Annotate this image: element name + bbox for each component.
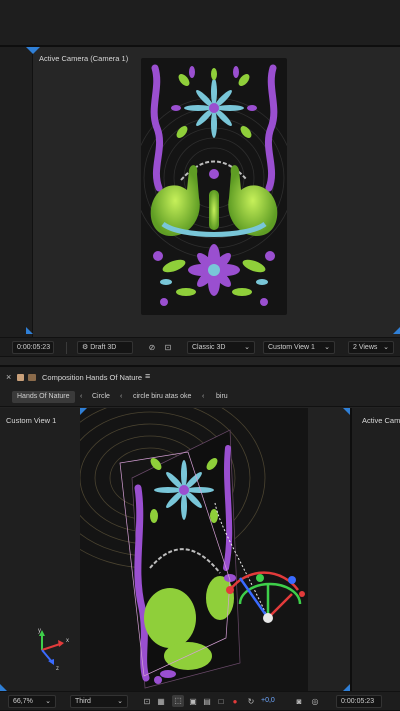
fast-preview-icon[interactable]: ⊡ <box>142 696 152 708</box>
viewer-corner-marker <box>343 684 350 691</box>
viewer-corner-marker <box>393 327 400 334</box>
breadcrumb-item-biru[interactable]: biru <box>216 391 228 403</box>
3d-perspective-artwork <box>34 387 305 689</box>
top-panel-strip <box>0 0 400 46</box>
breadcrumb-item-circle[interactable]: Circle <box>92 391 110 403</box>
reset-exposure-icon[interactable]: ↻ <box>246 696 256 708</box>
composition-breadcrumb: Hands Of Nature ‹ Circle ‹ circle biru a… <box>0 387 400 407</box>
chevron-down-icon: ⌄ <box>324 344 330 351</box>
active-camera-label: Active Camera (Camera 1) <box>39 54 129 63</box>
resolution-dropdown[interactable]: Third ⌄ <box>70 695 128 708</box>
draft-3d-button[interactable]: ⚙ Draft 3D <box>77 341 133 354</box>
viewer-corner-marker <box>343 408 350 415</box>
custom-view-viewer[interactable]: Custom View 1 y x z <box>0 408 80 691</box>
view-layout-dropdown[interactable]: 2 Views ⌄ <box>348 341 394 354</box>
hands-of-nature-artwork <box>141 64 287 306</box>
panel-corner-marker <box>26 327 33 334</box>
composition-panel-header: × Composition Hands Of Nature ≡ <box>0 365 400 387</box>
close-icon[interactable]: × <box>6 372 11 382</box>
draft-3d-icon: ⚙ <box>82 344 91 351</box>
color-channels-icon[interactable]: ● <box>230 696 240 708</box>
draft-3d-label: Draft 3D <box>90 344 117 351</box>
breadcrumb-item-circle-biru[interactable]: circle biru atas oke <box>133 391 191 403</box>
bottom-current-time-field[interactable]: 0:00:05:23 <box>336 695 382 708</box>
snapshot-overlay-icon[interactable]: □ <box>216 696 226 708</box>
top-artwork-canvas[interactable] <box>141 58 287 315</box>
hamburger-menu-icon[interactable]: ≡ <box>145 371 150 381</box>
extended-viewer-icon[interactable]: ⊘ <box>146 342 158 354</box>
chevron-left-icon: ‹ <box>80 393 83 400</box>
top-left-panel <box>0 47 33 337</box>
chevron-down-icon: ⌄ <box>117 698 123 705</box>
resolution-label: Third <box>75 698 91 705</box>
magnification-dropdown[interactable]: 66,7% ⌄ <box>8 695 56 708</box>
chevron-left-icon: ‹ <box>120 393 123 400</box>
composition-panel-title: Composition Hands Of Nature <box>42 373 143 382</box>
transparency-grid-icon[interactable]: ▦ <box>156 696 166 708</box>
viewer-corner-marker <box>80 408 87 415</box>
camera-icon[interactable]: ◙ <box>294 696 304 708</box>
chevron-down-icon: ⌄ <box>45 698 51 705</box>
top-viewer-toolbar: 0:00:05:23 ⚙ Draft 3D ⊘ ⊡ Classic 3D ⌄ C… <box>0 337 400 357</box>
composition-icon <box>28 374 36 381</box>
region-of-interest-icon[interactable]: ⬚ <box>172 695 184 707</box>
show-snapshot-icon[interactable]: ◎ <box>310 696 320 708</box>
3d-view-label: Custom View 1 <box>268 344 315 351</box>
world-axis-icon: y x z <box>38 628 69 672</box>
bottom-viewer-toolbar: 66,7% ⌄ Third ⌄ ⊡ ▦ ⬚ ▣ ▤ □ ● ↻ +0,0 ◙ ◎… <box>0 691 400 711</box>
renderer-dropdown[interactable]: Classic 3D ⌄ <box>187 341 255 354</box>
viewer-corner-marker <box>0 684 7 691</box>
viewer-corner-marker <box>33 47 40 54</box>
view-layout-label: 2 Views <box>353 344 378 351</box>
custom-view-label: Custom View 1 <box>6 416 57 425</box>
3d-view-dropdown[interactable]: Custom View 1 ⌄ <box>263 341 335 354</box>
active-camera-viewer[interactable]: Active Cam <box>350 408 400 691</box>
lock-icon[interactable] <box>17 374 24 381</box>
chevron-left-icon: ‹ <box>202 393 205 400</box>
svg-text:y: y <box>38 628 41 634</box>
custom-view-canvas-dark <box>34 387 308 691</box>
active-camera-label-right: Active Cam <box>362 416 400 425</box>
grid-guides-icon[interactable]: ▤ <box>202 696 212 708</box>
toolbar-divider <box>66 342 67 354</box>
svg-text:z: z <box>56 666 59 672</box>
breadcrumb-item-hands-of-nature[interactable]: Hands Of Nature <box>12 391 75 403</box>
svg-text:x: x <box>66 638 69 644</box>
renderer-label: Classic 3D <box>192 344 226 351</box>
panel-corner-marker <box>26 47 33 54</box>
viewer-options-icon[interactable]: ⊡ <box>162 342 174 354</box>
mask-visibility-icon[interactable]: ▣ <box>188 696 198 708</box>
current-time-field[interactable]: 0:00:05:23 <box>12 341 54 354</box>
chevron-down-icon: ⌄ <box>383 344 389 351</box>
chevron-down-icon: ⌄ <box>244 344 250 351</box>
magnification-label: 66,7% <box>13 698 33 705</box>
exposure-value[interactable]: +0,0 <box>261 697 275 704</box>
